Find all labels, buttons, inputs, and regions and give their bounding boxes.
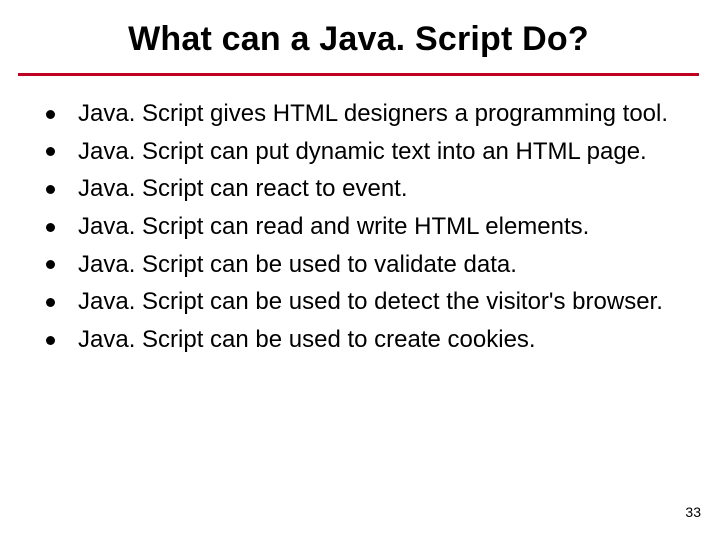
list-item: Java. Script can be used to validate dat… (42, 249, 687, 281)
list-item: Java. Script can read and write HTML ele… (42, 211, 687, 243)
list-item: Java. Script can react to event. (42, 173, 687, 205)
slide: What can a Java. Script Do? Java. Script… (0, 0, 717, 538)
list-item: Java. Script can be used to create cooki… (42, 324, 687, 356)
list-item: Java. Script gives HTML designers a prog… (42, 98, 687, 130)
list-item: Java. Script can be used to detect the v… (42, 286, 687, 318)
slide-content: Java. Script gives HTML designers a prog… (0, 76, 717, 356)
bullet-list: Java. Script gives HTML designers a prog… (42, 98, 687, 356)
page-number: 33 (685, 504, 701, 520)
slide-title: What can a Java. Script Do? (0, 0, 717, 73)
list-item: Java. Script can put dynamic text into a… (42, 136, 687, 168)
